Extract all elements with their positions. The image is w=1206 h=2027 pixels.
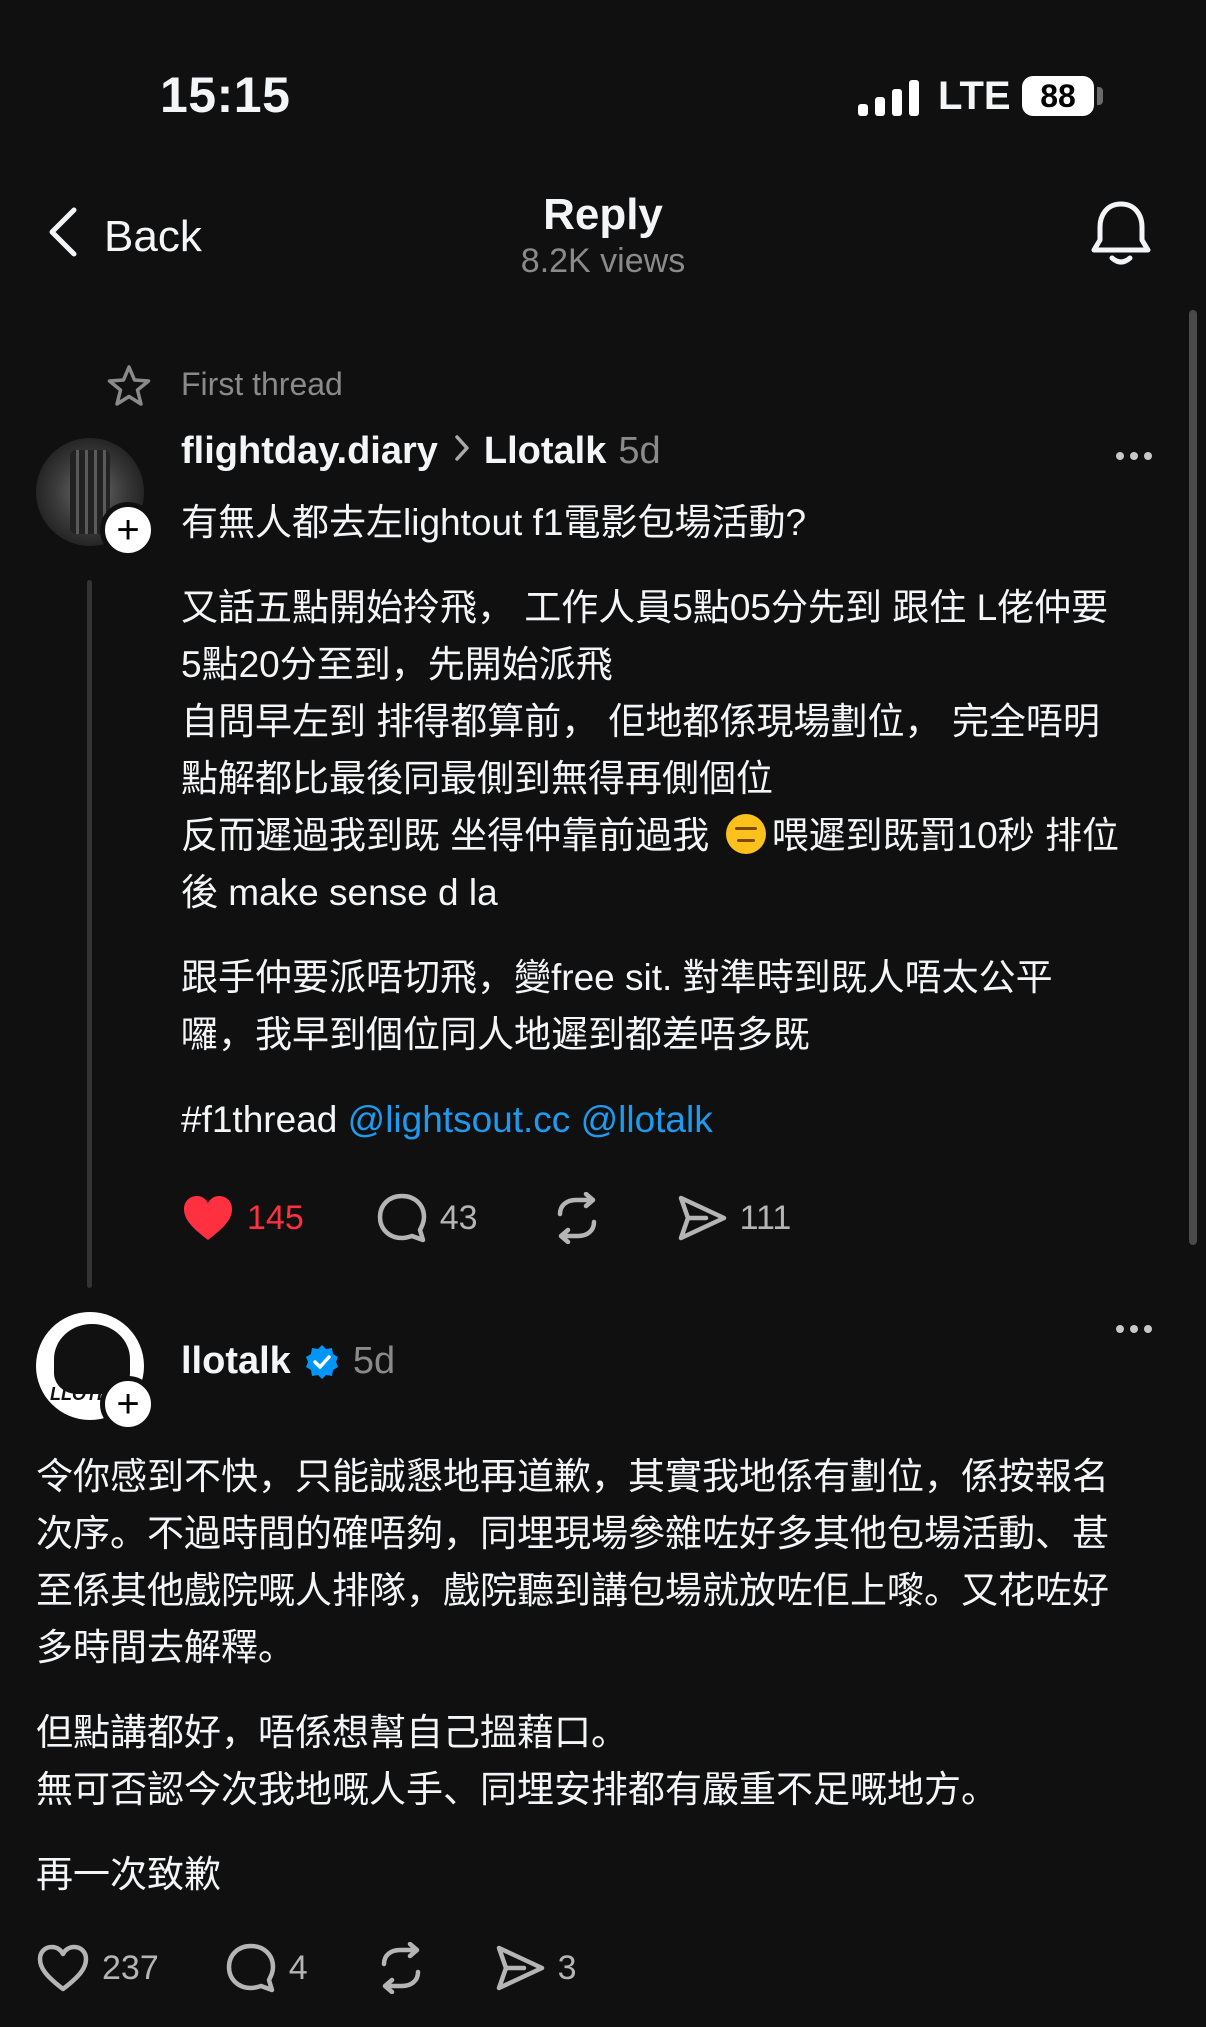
post-username[interactable]: flightday.diary (181, 430, 438, 473)
follow-plus-icon[interactable]: + (100, 502, 156, 558)
page-title: Reply (543, 190, 663, 239)
post-tags-line: #f1thread @lightsout.cc @llotalk (181, 1091, 1171, 1148)
post-body: 有無人都去左lightout f1電影包場活動? 又話五點開始拎飛， 工作人員5… (181, 494, 1171, 1148)
cellular-signal-icon (858, 78, 919, 116)
comment-count: 4 (288, 1948, 308, 1987)
post-username[interactable]: llotalk (181, 1340, 291, 1383)
star-icon (106, 364, 152, 413)
more-options-icon[interactable] (1116, 452, 1152, 460)
post-text-line: 跟手仲要派唔切飛，變free sit. 對準時到既人唔太公平 (181, 957, 1053, 998)
follow-plus-icon[interactable]: + (100, 1376, 156, 1432)
comment-button[interactable]: 43 (376, 1192, 478, 1244)
repost-button[interactable] (374, 1942, 428, 1994)
comment-count: 43 (439, 1198, 478, 1237)
post-header: flightday.diary Llotalk 5d (181, 430, 661, 473)
battery-level: 88 (1040, 77, 1076, 114)
post-text-line: 至係其他戲院嘅人排隊，戲院聽到講包場就放咗佢上嚟。又花咗好 (36, 1570, 1109, 1611)
comment-icon (377, 1193, 426, 1243)
share-count: 3 (557, 1948, 577, 1987)
post-text-line: 自問早左到 排得都算前， 佢地都係現場劃位， 完全唔明 (181, 701, 1100, 742)
thread-label: First thread (181, 366, 343, 402)
post-text-line: 囉，我早到個位同人地遲到都差唔多既 (181, 1014, 810, 1055)
send-icon (496, 1945, 544, 1991)
view-count: 8.2K views (520, 242, 686, 280)
like-count: 145 (247, 1198, 304, 1237)
post-age: 5d (618, 430, 661, 472)
more-options-icon[interactable] (1116, 1325, 1152, 1333)
heart-filled-icon (184, 1196, 232, 1240)
post-text-line: 反而遲過我到既 坐得仲靠前過我 喂遲到既罰10秒 排位 (181, 807, 1171, 864)
community-name[interactable]: Llotalk (484, 430, 606, 473)
post-text-line: 但點講都好，唔係想幫自己搵藉口。 (36, 1712, 628, 1753)
share-button[interactable]: 3 (494, 1942, 577, 1994)
heart-outline-icon (37, 1944, 89, 1992)
send-icon (678, 1195, 726, 1241)
like-button[interactable]: 237 (36, 1943, 159, 1993)
share-count: 111 (739, 1198, 792, 1237)
like-button[interactable]: 145 (181, 1193, 304, 1243)
share-button[interactable]: 111 (676, 1192, 792, 1244)
repost-icon (381, 1942, 420, 1994)
post-text-line: 有無人都去左lightout f1電影包場活動? (181, 502, 807, 543)
post-body: 令你感到不快，只能誠懇地再道歉，其實我地係有劃位，係按報名 次序。不過時間的確唔… (36, 1448, 1186, 1903)
thread-connector-line (87, 580, 92, 1288)
post-actions: 237 4 3 (36, 1942, 577, 1994)
hashtag[interactable]: #f1thread (181, 1099, 337, 1140)
post-header: llotalk 5d (181, 1340, 395, 1383)
post-text-line: 令你感到不快，只能誠懇地再道歉，其實我地係有劃位，係按報名 (36, 1456, 1109, 1497)
status-time: 15:15 (160, 67, 291, 123)
post-text-segment: 喂遲到既罰10秒 排位 (771, 815, 1119, 856)
comment-icon (226, 1943, 275, 1993)
mention-link[interactable]: @lightsout.cc (348, 1099, 571, 1140)
scrollbar[interactable] (1189, 310, 1197, 1245)
verified-badge-icon (305, 1344, 338, 1379)
comment-button[interactable]: 4 (225, 1942, 308, 1994)
post-text-line: 5點20分至到，先開始派飛 (181, 644, 613, 685)
post-text-line: 點解都比最後同最側到無得再側個位 (181, 758, 773, 799)
battery-cap (1097, 87, 1103, 105)
like-count: 237 (102, 1948, 159, 1987)
post-text-segment: 反而遲過我到既 坐得仲靠前過我 (181, 815, 710, 856)
expressionless-emoji-icon (725, 814, 766, 854)
post-text-line: 又話五點開始拎飛， 工作人員5點05分先到 跟住 L佬仲要 (181, 587, 1109, 628)
repost-icon (557, 1192, 596, 1244)
repost-button[interactable] (550, 1192, 604, 1244)
post-text-line: 無可否認今次我地嘅人手、同埋安排都有嚴重不足嘅地方。 (36, 1769, 998, 1810)
mention-link[interactable]: @llotalk (581, 1099, 713, 1140)
post-text-line: 後 make sense d la (181, 872, 498, 913)
post-age: 5d (352, 1340, 396, 1382)
bell-icon[interactable] (1088, 198, 1154, 275)
post-text-line: 再一次致歉 (36, 1854, 221, 1895)
battery-icon: 88 (1022, 76, 1094, 116)
chevron-right-icon (454, 432, 470, 471)
post-actions: 145 43 111 (181, 1192, 791, 1244)
post-text-line: 多時間去解釋。 (36, 1627, 295, 1668)
post-text-line: 次序。不過時間的確唔夠，同埋現場參雜咗好多其他包場活動、甚 (36, 1513, 1109, 1554)
network-type: LTE (938, 74, 1011, 118)
